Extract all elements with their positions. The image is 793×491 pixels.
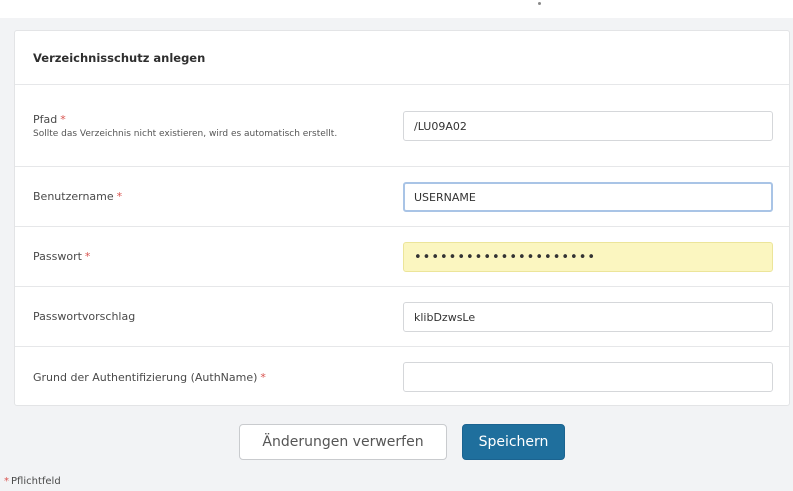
- authname-label: Grund der Authentifizierung (AuthName) *: [33, 371, 266, 384]
- path-label-group: Pfad * Sollte das Verzeichnis nicht exist…: [33, 85, 337, 166]
- username-label: Benutzername *: [33, 190, 122, 203]
- form-row-password-suggestion: Passwortvorschlag: [15, 287, 789, 347]
- required-field-note: * Pflichtfeld: [4, 476, 61, 487]
- path-label-text: Pfad: [33, 112, 58, 126]
- directory-protection-card: Verzeichnisschutz anlegen Pfad * Sollte d…: [14, 30, 790, 406]
- discard-changes-button[interactable]: Änderungen verwerfen: [239, 424, 447, 460]
- password-label-group: Passwort *: [33, 227, 90, 286]
- required-asterisk: *: [60, 112, 66, 126]
- authname-input[interactable]: [403, 362, 773, 392]
- password-suggestion-label: Passwortvorschlag: [33, 310, 136, 323]
- username-label-text: Benutzername: [33, 190, 114, 203]
- username-label-group: Benutzername *: [33, 167, 122, 226]
- password-input[interactable]: [403, 242, 773, 272]
- required-asterisk: *: [4, 476, 9, 487]
- card-header: Verzeichnisschutz anlegen: [15, 31, 789, 85]
- username-input[interactable]: [403, 182, 773, 212]
- password-suggestion-input[interactable]: [403, 302, 773, 332]
- required-asterisk: *: [260, 370, 266, 384]
- path-input[interactable]: [403, 111, 773, 141]
- authname-label-group: Grund der Authentifizierung (AuthName) *: [33, 347, 266, 407]
- password-label-text: Passwort: [33, 250, 82, 263]
- form-row-username: Benutzername *: [15, 167, 789, 227]
- password-label: Passwort *: [33, 250, 90, 263]
- top-strip: [0, 0, 793, 18]
- form-row-authname: Grund der Authentifizierung (AuthName) *: [15, 347, 789, 407]
- path-label: Pfad *: [33, 113, 337, 126]
- form-row-path: Pfad * Sollte das Verzeichnis nicht exist…: [15, 85, 789, 167]
- authname-label-text: Grund der Authentifizierung (AuthName): [33, 370, 258, 384]
- form-row-password: Passwort *: [15, 227, 789, 287]
- required-asterisk: *: [116, 190, 123, 203]
- path-help-text: Sollte das Verzeichnis nicht existieren,…: [33, 128, 338, 139]
- card-title: Verzeichnisschutz anlegen: [33, 50, 206, 65]
- page-artifact-dot: [538, 2, 541, 5]
- required-field-note-text: Pflichtfeld: [11, 476, 61, 487]
- save-button[interactable]: Speichern: [462, 424, 565, 460]
- form-actions: Änderungen verwerfen Speichern: [0, 424, 793, 462]
- required-asterisk: *: [84, 250, 91, 263]
- password-suggestion-label-group: Passwortvorschlag: [33, 287, 135, 346]
